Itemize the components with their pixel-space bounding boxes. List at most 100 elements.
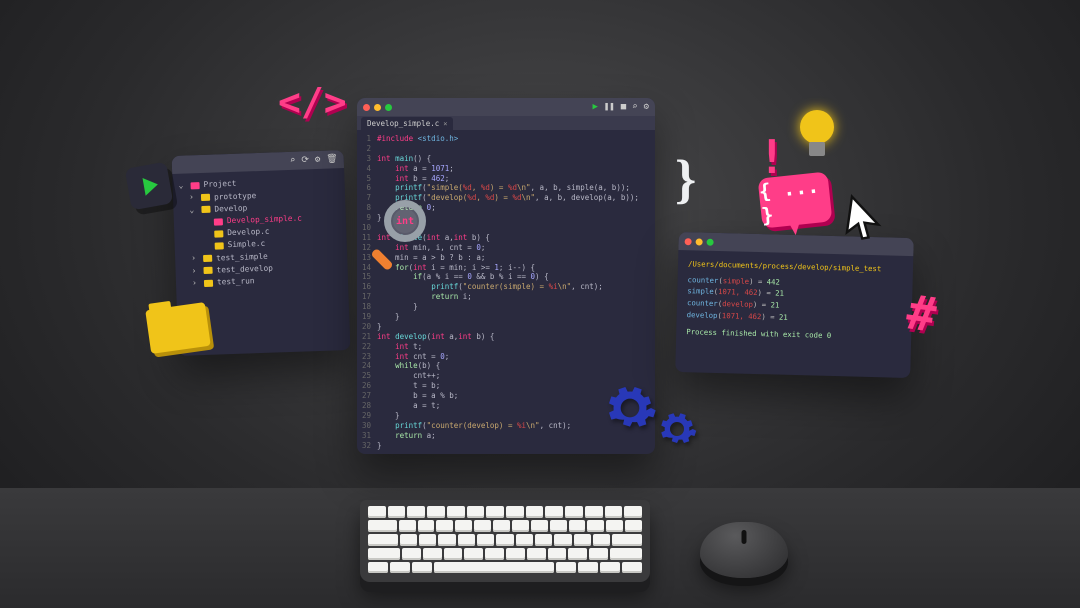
stop-icon[interactable]: ■ (621, 102, 626, 112)
keyboard-key (589, 548, 608, 560)
code-line[interactable]: a = t; (377, 401, 655, 411)
code-line[interactable]: printf("counter(develop) = %i\n", cnt); (377, 421, 655, 431)
keyboard-key (610, 548, 642, 560)
window-controls[interactable] (363, 104, 396, 111)
tab-develop-simple[interactable]: Develop_simple.c × (361, 117, 453, 130)
keyboard (360, 500, 650, 582)
chevron-down-icon: ⌄ (178, 180, 186, 193)
code-line[interactable]: } (377, 302, 655, 312)
file-explorer-window: ⌕ ⟳ ⚙ 🗑 ⌄ Project ›prototype⌄DevelopDeve… (172, 150, 351, 356)
code-line[interactable]: int cnt = 0; (377, 352, 655, 362)
play-button-tile (125, 162, 174, 211)
code-line[interactable]: printf("counter(simple) = %i\n", cnt); (377, 282, 655, 292)
chevron-right-icon: › (191, 265, 199, 278)
code-line[interactable]: cnt++; (377, 371, 655, 381)
code-line[interactable]: return 0; (377, 203, 655, 213)
minimize-icon[interactable] (696, 238, 703, 245)
pause-icon[interactable]: ❚❚ (604, 102, 615, 112)
maximize-icon[interactable] (707, 238, 714, 245)
keyboard-key (506, 548, 525, 560)
code-line[interactable]: return a; (377, 431, 655, 441)
keyboard-key (423, 548, 442, 560)
play-icon[interactable]: ▶ (592, 102, 597, 112)
keyboard-key (624, 506, 642, 518)
keyboard-key (612, 534, 642, 546)
code-line[interactable]: int b = 462; (377, 174, 655, 184)
keyboard-key (368, 534, 398, 546)
code-line[interactable]: } (377, 312, 655, 322)
code-line[interactable]: printf("simple(%d, %d) = %d\n", a, b, si… (377, 183, 655, 193)
code-line[interactable]: t = b; (377, 381, 655, 391)
close-icon[interactable] (685, 238, 692, 245)
keyboard-key (447, 506, 465, 518)
keyboard-key (556, 562, 576, 573)
tab-bar: Develop_simple.c × (357, 116, 655, 130)
keyboard-key (527, 548, 546, 560)
editor-titlebar[interactable]: ▶ ❚❚ ■ ⌕ ⚙ (357, 98, 655, 116)
keyboard-key (444, 548, 463, 560)
code-line[interactable]: min = a > b ? b : a; (377, 253, 655, 263)
code-line[interactable]: int t; (377, 342, 655, 352)
keyboard-key (474, 520, 491, 532)
terminal-output[interactable]: /Users/documents/process/develop/simple_… (676, 250, 913, 352)
gear-icon[interactable]: ⚙ (315, 155, 321, 165)
keyboard-key (531, 520, 548, 532)
keyboard-key (438, 534, 455, 546)
line-number-gutter: 1234567891011121314151617181920212223242… (357, 134, 377, 451)
window-controls[interactable] (685, 238, 718, 246)
code-line[interactable]: } (377, 411, 655, 421)
editor-toolbar: ▶ ❚❚ ■ ⌕ ⚙ (592, 102, 649, 112)
keyboard-key (550, 520, 567, 532)
keyboard-key (390, 562, 410, 573)
maximize-icon[interactable] (385, 104, 392, 111)
folder-icon (201, 206, 210, 213)
close-icon[interactable] (363, 104, 370, 111)
keyboard-key (464, 548, 483, 560)
keyboard-key (434, 562, 554, 573)
code-line[interactable]: } (377, 322, 655, 332)
code-line[interactable]: for(int i = min; i >= 1; i--) { (377, 263, 655, 273)
folder-label: Project (203, 178, 236, 191)
search-icon[interactable]: ⌕ (632, 102, 637, 112)
code-content[interactable]: #include <stdio.h> int main() { int a = … (377, 134, 655, 451)
code-line[interactable]: } (377, 213, 655, 223)
keyboard-key (606, 520, 623, 532)
terminal-window: /Users/documents/process/develop/simple_… (675, 232, 914, 378)
code-line[interactable]: int main() { (377, 154, 655, 164)
chevron-right-icon: › (192, 277, 200, 290)
code-line[interactable]: #include <stdio.h> (377, 134, 655, 144)
keyboard-key (605, 506, 623, 518)
lightbulb-icon (794, 110, 840, 170)
code-line[interactable]: int develop(int a,int b) { (377, 332, 655, 342)
code-line[interactable]: if(a % i == 0 && b % i == 0) { (377, 272, 655, 282)
keyboard-key (526, 506, 544, 518)
code-line[interactable]: b = a % b; (377, 391, 655, 401)
gear-icon[interactable]: ⚙ (644, 102, 649, 112)
chevron-right-icon: › (189, 192, 197, 205)
keyboard-key (600, 562, 620, 573)
refresh-icon[interactable]: ⟳ (301, 155, 309, 165)
tree-item-label: test_develop (216, 263, 273, 277)
code-line[interactable]: int min, i, cnt = 0; (377, 243, 655, 253)
minimize-icon[interactable] (374, 104, 381, 111)
keyboard-key (545, 506, 563, 518)
code-line[interactable]: return i; (377, 292, 655, 302)
code-line[interactable] (377, 223, 655, 233)
close-tab-icon[interactable]: × (443, 120, 447, 128)
keyboard-key (516, 534, 533, 546)
trash-icon[interactable]: 🗑 (326, 154, 338, 164)
keyboard-key (419, 534, 436, 546)
code-line[interactable]: printf("develop(%d, %d) = %d\n", a, b, d… (377, 193, 655, 203)
speech-bubble-icon: { ... } (758, 171, 833, 228)
keyboard-key (622, 562, 642, 573)
code-line[interactable]: while(b) { (377, 361, 655, 371)
code-line[interactable]: int a = 1071; (377, 164, 655, 174)
code-line[interactable]: int simple(int a,int b) { (377, 233, 655, 243)
code-line[interactable] (377, 144, 655, 154)
folder-icon (190, 182, 199, 189)
search-icon[interactable]: ⌕ (290, 156, 296, 166)
code-area[interactable]: 1234567891011121314151617181920212223242… (357, 130, 655, 454)
exclamation-icon: ! (758, 130, 786, 184)
code-brackets-icon: </> (278, 80, 347, 124)
code-line[interactable]: } (377, 441, 655, 451)
